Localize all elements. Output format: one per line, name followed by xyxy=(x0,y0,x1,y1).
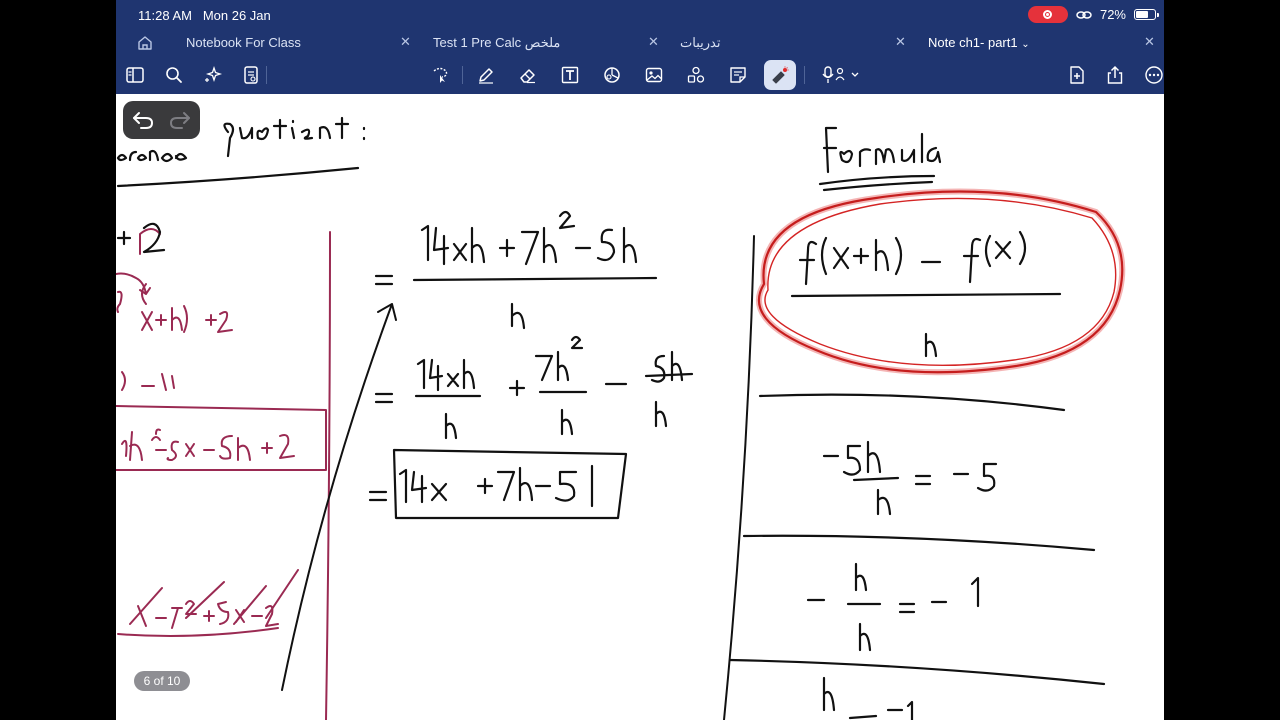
note-canvas[interactable]: 6 of 10 xyxy=(116,94,1164,720)
formula-panel xyxy=(723,126,1106,720)
tab-label: تدريبات xyxy=(680,35,721,50)
toolbar-separator xyxy=(462,66,463,84)
microphone-icon[interactable] xyxy=(818,64,862,86)
eraser-icon[interactable] xyxy=(516,64,540,86)
battery-fill xyxy=(1136,11,1148,18)
middle-work xyxy=(368,210,694,520)
tab-label: Notebook For Class xyxy=(186,35,301,50)
add-page-icon[interactable] xyxy=(1065,64,1089,86)
laser-highlight-circle xyxy=(756,188,1126,376)
home-icon[interactable] xyxy=(136,34,154,52)
undo-icon[interactable] xyxy=(131,109,155,131)
lasso-icon[interactable] xyxy=(428,64,452,86)
toolbar xyxy=(116,56,1164,94)
left-divider-line xyxy=(325,231,331,720)
tab-label: Test 1 Pre Calc ملخص xyxy=(433,35,561,50)
toolbar-separator xyxy=(804,66,805,84)
status-time-date: 11:28 AM Mon 26 Jan xyxy=(138,8,271,23)
more-icon[interactable] xyxy=(1142,64,1164,86)
status-date: Mon 26 Jan xyxy=(202,8,271,23)
share-icon[interactable] xyxy=(1103,64,1127,86)
battery-icon xyxy=(1134,9,1159,20)
text-box-icon[interactable] xyxy=(558,64,582,86)
tab-test-1-pre-calc[interactable]: Test 1 Pre Calc ملخص ✕ xyxy=(433,30,659,56)
pen-icon[interactable] xyxy=(474,64,498,86)
toolbar-separator xyxy=(266,66,267,84)
tab-close-icon[interactable]: ✕ xyxy=(400,34,411,50)
tab-label: Note ch1- part1 ⌄ xyxy=(928,35,1030,50)
sidebar-icon[interactable] xyxy=(123,64,147,86)
status-right: 72% xyxy=(1027,6,1159,23)
tab-notebook-for-class[interactable]: Notebook For Class ✕ xyxy=(186,30,412,56)
screen-recording-indicator[interactable] xyxy=(1027,6,1068,23)
arrow xyxy=(281,303,397,691)
status-time: 11:28 AM xyxy=(138,8,192,23)
image-icon[interactable] xyxy=(642,64,666,86)
elements-icon[interactable] xyxy=(684,64,708,86)
sparkle-icon[interactable] xyxy=(201,64,225,86)
tab-close-icon[interactable]: ✕ xyxy=(895,34,906,50)
tab-close-icon[interactable]: ✕ xyxy=(1144,34,1155,50)
ipad-screen: 11:28 AM Mon 26 Jan 72% Notebook For Cla… xyxy=(116,0,1164,720)
tab-note-ch1-part1[interactable]: Note ch1- part1 ⌄ ✕ xyxy=(928,30,1155,56)
sticky-note-icon[interactable] xyxy=(726,64,750,86)
battery-percentage: 72% xyxy=(1099,7,1126,22)
search-icon[interactable] xyxy=(162,64,186,86)
page-indicator: 6 of 10 xyxy=(134,671,190,691)
shapes-icon[interactable] xyxy=(600,64,624,86)
undo-redo-control xyxy=(123,101,200,139)
document-icon[interactable] xyxy=(239,64,263,86)
chevron-down-icon[interactable]: ⌄ xyxy=(1021,39,1029,50)
link-icon xyxy=(1076,10,1092,19)
tab-bar: Notebook For Class ✕ Test 1 Pre Calc ملخ… xyxy=(116,30,1164,56)
tab-tadribat[interactable]: تدريبات ✕ xyxy=(680,30,906,56)
tab-label-text: Note ch1- part1 xyxy=(928,35,1018,50)
record-icon xyxy=(1043,10,1053,19)
tab-close-icon[interactable]: ✕ xyxy=(648,34,659,50)
handwriting-ink xyxy=(116,116,1126,720)
left-work-maroon xyxy=(116,228,327,637)
laser-pointer-icon[interactable] xyxy=(764,60,796,90)
redo-icon[interactable] xyxy=(168,109,192,131)
status-bar: 11:28 AM Mon 26 Jan 72% xyxy=(116,0,1164,30)
